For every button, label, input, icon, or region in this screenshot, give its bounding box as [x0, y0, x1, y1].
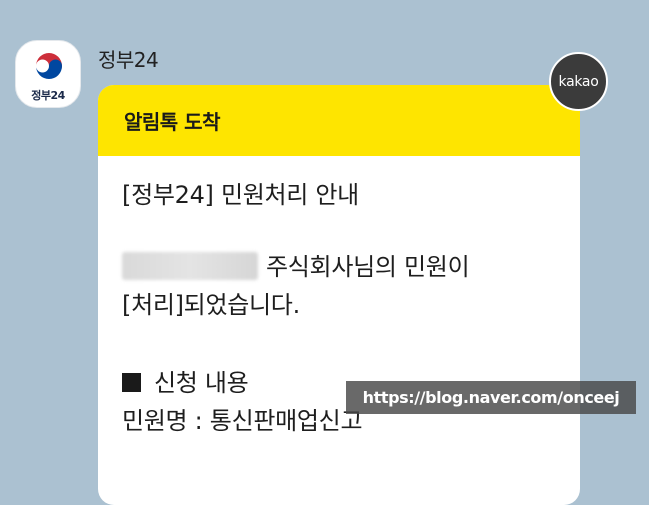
redacted-company-name — [122, 252, 258, 280]
watermark-text: https://blog.naver.com/onceej — [362, 388, 620, 407]
black-square-icon — [122, 373, 141, 392]
message-header: 알림톡 도착 — [98, 85, 580, 156]
section-heading-text: 신청 내용 — [154, 369, 249, 397]
avatar-label: 정부24 — [31, 89, 65, 102]
message-header-text: 알림톡 도착 — [124, 110, 220, 134]
sender-name: 정부24 — [98, 48, 159, 72]
message-title-line: [정부24] 민원처리 안내 — [122, 181, 359, 209]
kakao-badge-label: kakao — [558, 73, 599, 90]
sender-avatar[interactable]: 정부24 — [15, 40, 81, 108]
taegeuk-emblem-icon — [36, 53, 62, 79]
kakao-badge: kakao — [549, 52, 608, 111]
message-body-line-2: [처리]되었습니다. — [122, 291, 300, 319]
blog-watermark: https://blog.naver.com/onceej — [346, 381, 636, 414]
message-bubble[interactable]: 알림톡 도착 [정부24] 민원처리 안내 주식회사님의 민원이 [처리]되었습… — [98, 85, 580, 505]
message-body-line-1: 주식회사님의 민원이 — [122, 248, 580, 286]
message-body-line-1-text: 주식회사님의 민원이 — [266, 253, 470, 281]
